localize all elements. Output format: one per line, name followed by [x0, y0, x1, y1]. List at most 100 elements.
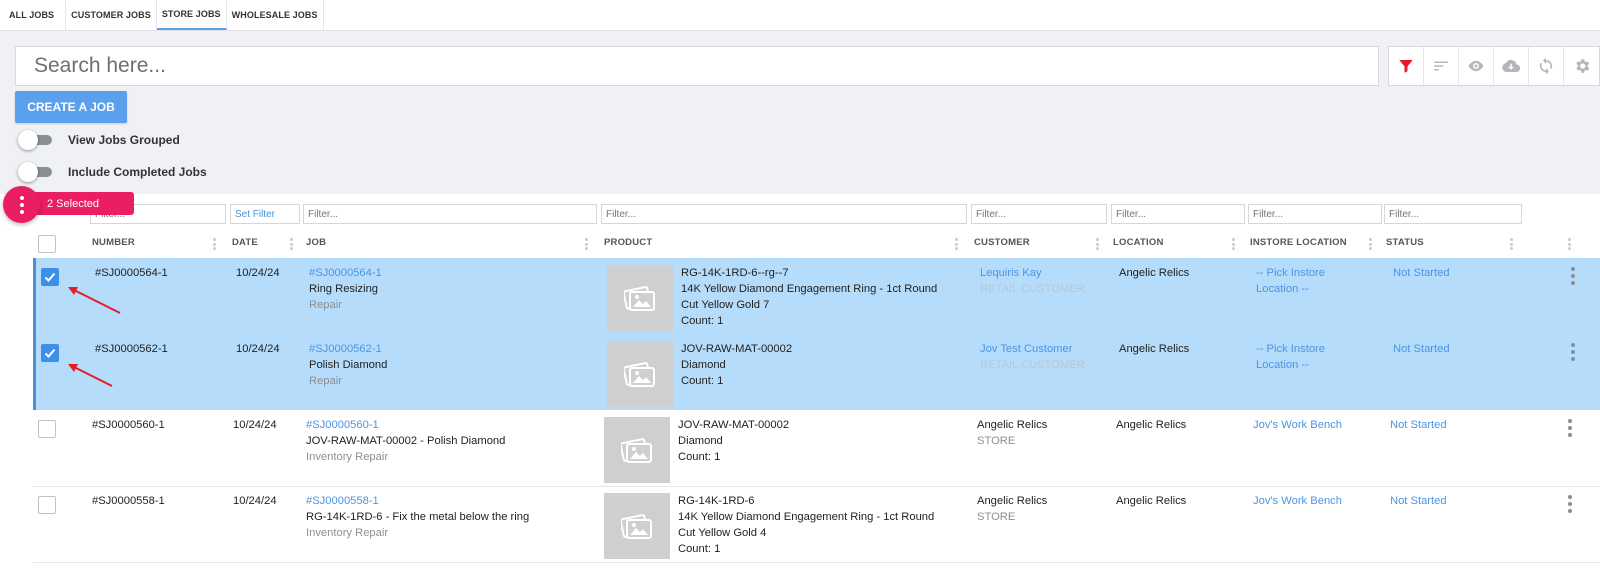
location-column-menu-icon[interactable]	[1232, 238, 1235, 250]
product-details-line: Count: 1	[681, 315, 724, 327]
customer-type: RETAIL CUSTOMER	[980, 359, 1085, 371]
instore-location-line: Location --	[1256, 359, 1309, 371]
create-job-button[interactable]: CREATE A JOB	[15, 91, 127, 123]
job-link[interactable]: #SJ0000560-1	[306, 417, 379, 433]
image-placeholder-icon	[621, 438, 652, 463]
customer-name[interactable]: Lequiris Kay	[980, 265, 1042, 281]
instore-location-line: Jov's Work Bench	[1253, 495, 1342, 507]
tab-store-jobs[interactable]: STORE JOBS	[156, 0, 227, 30]
location: Angelic Relics	[1116, 419, 1187, 431]
tab-all-jobs[interactable]: ALL JOBS	[0, 0, 67, 30]
job-link[interactable]: #SJ0000564-1	[309, 265, 382, 281]
instore-location[interactable]: Jov's Work Bench	[1253, 417, 1342, 433]
column-header-instore-location[interactable]: INSTORE LOCATION	[1250, 232, 1347, 252]
job-status[interactable]: Not Started	[1390, 417, 1447, 433]
product-details-line: Cut Yellow Gold 7	[681, 299, 770, 311]
date-set-filter[interactable]: Set Filter	[230, 204, 300, 224]
job-column-menu-icon[interactable]	[585, 238, 588, 250]
customer-type: RETAIL CUSTOMER	[980, 283, 1085, 295]
product-details: RG-14K-1RD-6--rg--7 14K Yellow Diamond En…	[681, 265, 937, 329]
row-checkbox[interactable]	[41, 268, 59, 286]
view-grouped-toggle[interactable]	[18, 130, 52, 150]
row-checkbox[interactable]	[38, 496, 56, 514]
column-header-number[interactable]: NUMBER	[92, 232, 135, 252]
instore-location-column-menu-icon[interactable]	[1369, 238, 1372, 250]
table-row[interactable]: #SJ0000564-1 10/24/24 #SJ0000564-1 Ring …	[33, 258, 1600, 334]
column-header-date[interactable]: DATE	[232, 232, 258, 252]
toggle-row-grouped: View Jobs Grouped	[18, 130, 180, 150]
column-header-job[interactable]: JOB	[306, 232, 326, 252]
include-completed-toggle[interactable]	[18, 162, 52, 182]
instore-location[interactable]: -- Pick Instore Location --	[1256, 265, 1325, 297]
image-placeholder-icon	[624, 286, 655, 311]
product-details-line: RG-14K-1RD-6--rg--7	[681, 267, 789, 279]
location-filter[interactable]	[1111, 204, 1245, 224]
search-input[interactable]	[34, 54, 1360, 78]
customer-name[interactable]: Angelic Relics	[977, 493, 1047, 509]
row-actions-icon[interactable]	[1571, 267, 1575, 285]
product-thumbnail	[604, 493, 670, 559]
location: Angelic Relics	[1116, 495, 1187, 507]
job-number: #SJ0000560-1	[92, 419, 165, 431]
row-actions-icon[interactable]	[1571, 343, 1575, 361]
job-status[interactable]: Not Started	[1390, 493, 1447, 509]
location: Angelic Relics	[1119, 343, 1190, 355]
job-title: JOV-RAW-MAT-00002 - Polish Diamond	[306, 435, 506, 447]
sort-button[interactable]	[1424, 47, 1459, 85]
job-link[interactable]: #SJ0000562-1	[309, 341, 382, 357]
row-actions-icon[interactable]	[1568, 495, 1572, 513]
select-all-checkbox[interactable]	[38, 235, 56, 253]
product-filter[interactable]	[601, 204, 967, 224]
product-details-line: Diamond	[681, 359, 726, 371]
instore-location[interactable]: Jov's Work Bench	[1253, 493, 1342, 509]
row-actions-icon[interactable]	[1568, 419, 1572, 437]
settings-button[interactable]	[1564, 47, 1599, 85]
date-column-menu-icon[interactable]	[290, 238, 293, 250]
checkmark-icon	[44, 272, 56, 282]
job-status[interactable]: Not Started	[1393, 265, 1450, 281]
job-filter[interactable]	[303, 204, 597, 224]
filter-button[interactable]	[1389, 47, 1424, 85]
product-column-menu-icon[interactable]	[955, 238, 958, 250]
job-tabs: ALL JOBS CUSTOMER JOBS STORE JOBS WHOLES…	[0, 0, 1600, 31]
product-details-line: Cut Yellow Gold 4	[678, 527, 767, 539]
options-column-menu-icon[interactable]	[1568, 238, 1571, 250]
job-type: Inventory Repair	[306, 451, 389, 463]
view-button[interactable]	[1459, 47, 1494, 85]
include-completed-label: Include Completed Jobs	[68, 165, 207, 179]
product-details-line: JOV-RAW-MAT-00002	[681, 343, 793, 355]
instore-location-line: Location --	[1256, 283, 1309, 295]
column-header-location[interactable]: LOCATION	[1113, 232, 1164, 252]
job-status[interactable]: Not Started	[1393, 341, 1450, 357]
product-details-line: 14K Yellow Diamond Engagement Ring - 1ct…	[678, 511, 935, 523]
row-checkbox[interactable]	[38, 420, 56, 438]
product-details: RG-14K-1RD-6 14K Yellow Diamond Engagemen…	[678, 493, 934, 557]
download-button[interactable]	[1494, 47, 1529, 85]
product-thumbnail	[604, 417, 670, 483]
product-details-line: Count: 1	[681, 375, 724, 387]
status-filter[interactable]	[1384, 204, 1522, 224]
job-link[interactable]: #SJ0000558-1	[306, 493, 379, 509]
instore-location-line: -- Pick Instore	[1256, 343, 1326, 355]
customer-column-menu-icon[interactable]	[1096, 238, 1099, 250]
table-row[interactable]: #SJ0000562-1 10/24/24 #SJ0000562-1 Polis…	[33, 334, 1600, 410]
tab-customer-jobs[interactable]: CUSTOMER JOBS	[66, 0, 157, 30]
status-column-menu-icon[interactable]	[1510, 238, 1513, 250]
image-placeholder-icon	[621, 514, 652, 539]
customer-name[interactable]: Angelic Relics	[977, 417, 1047, 433]
table-row[interactable]: #SJ0000558-1 10/24/24 #SJ0000558-1 RG-14…	[33, 486, 1600, 563]
refresh-button[interactable]	[1529, 47, 1564, 85]
column-header-product[interactable]: PRODUCT	[604, 232, 652, 252]
number-column-menu-icon[interactable]	[213, 238, 216, 250]
instore-location[interactable]: -- Pick Instore Location --	[1256, 341, 1325, 373]
column-header-status[interactable]: STATUS	[1386, 232, 1424, 252]
row-checkbox[interactable]	[41, 344, 59, 362]
customer-filter[interactable]	[971, 204, 1107, 224]
table-row[interactable]: #SJ0000560-1 10/24/24 #SJ0000560-1 JOV-R…	[33, 410, 1600, 487]
instore-location-filter[interactable]	[1248, 204, 1382, 224]
selection-actions-button[interactable]	[3, 186, 40, 223]
tab-wholesale-jobs[interactable]: WHOLESALE JOBS	[227, 0, 324, 30]
column-header-customer[interactable]: CUSTOMER	[974, 232, 1030, 252]
filter-icon	[1399, 60, 1413, 73]
customer-name[interactable]: Jov Test Customer	[980, 341, 1072, 357]
